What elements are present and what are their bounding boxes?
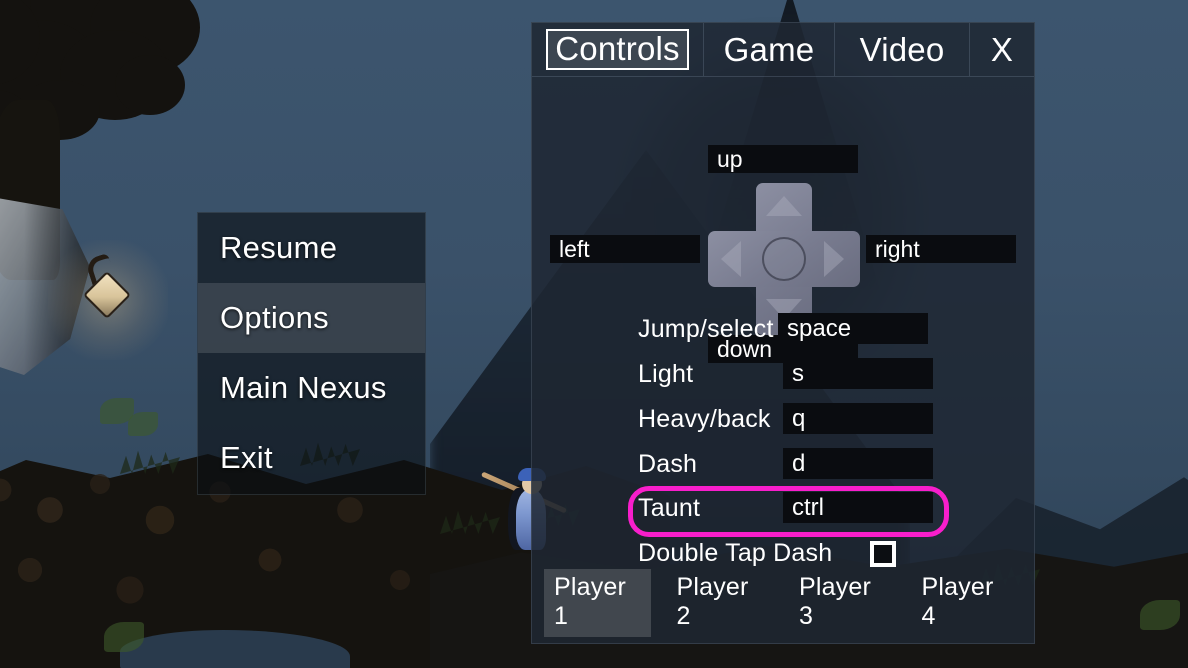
player-tab-3-label: Player 3 (799, 573, 872, 630)
close-icon: X (990, 30, 1014, 68)
binding-input-jump-select[interactable]: space (778, 313, 928, 344)
directional-bindings-section: up left right down (532, 77, 1034, 363)
pause-menu-item-label: Exit (220, 440, 273, 475)
binding-value-right: right (875, 235, 920, 262)
tab-video-label: Video (859, 30, 945, 68)
tab-controls-label: Controls (546, 29, 689, 70)
checkbox-unchecked-icon[interactable] (870, 541, 896, 567)
pause-menu-item-label: Resume (220, 230, 338, 265)
options-panel: Controls Game Video X up left right down… (531, 22, 1035, 644)
game-screen: Resume Options Main Nexus Exit Controls … (0, 0, 1188, 668)
player-tab-1[interactable]: Player 1 (544, 569, 651, 637)
player-tab-1-label: Player 1 (554, 573, 627, 630)
binding-value-heavy-back: q (792, 404, 806, 432)
pause-menu-item-label: Main Nexus (220, 370, 387, 405)
pause-menu-item-label: Options (220, 300, 329, 335)
toggle-label-double-tap-dash: Double Tap Dash (638, 539, 833, 567)
binding-value-jump-select: space (787, 314, 852, 342)
binding-value-dash: d (792, 449, 806, 477)
player-tab-4[interactable]: Player 4 (912, 569, 1019, 637)
dpad-center-icon (762, 237, 806, 281)
dpad-arrow-left-icon (721, 241, 741, 277)
binding-input-up[interactable]: up (708, 145, 858, 173)
binding-row-taunt[interactable]: Taunt ctrl (532, 486, 1034, 537)
pause-menu-item-main-nexus[interactable]: Main Nexus (198, 353, 425, 423)
binding-input-left[interactable]: left (550, 235, 700, 263)
foliage-leaf (104, 622, 144, 652)
player-tab-3[interactable]: Player 3 (789, 569, 896, 637)
tab-game-label: Game (723, 30, 815, 68)
binding-value-left: left (559, 235, 590, 262)
binding-value-up: up (717, 145, 743, 172)
binding-label-light: Light (638, 360, 694, 388)
action-bindings-list: Jump/select space Light s Heavy/back q D… (532, 309, 1034, 578)
binding-label-dash: Dash (638, 450, 698, 478)
tab-video[interactable]: Video (835, 23, 970, 76)
binding-input-heavy-back[interactable]: q (783, 403, 933, 434)
binding-row-jump-select: Jump/select space (532, 309, 1034, 354)
binding-row-dash: Dash d (532, 444, 1034, 489)
tab-controls[interactable]: Controls (532, 23, 704, 76)
player-tab-bar: Player 1 Player 2 Player 3 Player 4 (532, 569, 1034, 637)
options-tab-bar: Controls Game Video X (532, 23, 1034, 77)
binding-row-light: Light s (532, 354, 1034, 399)
dpad-arrow-right-icon (824, 241, 844, 277)
binding-label-jump-select: Jump/select (638, 315, 774, 343)
binding-input-light[interactable]: s (783, 358, 933, 389)
binding-label-heavy-back: Heavy/back (638, 405, 771, 433)
binding-input-dash[interactable]: d (783, 448, 933, 479)
binding-row-heavy-back: Heavy/back q (532, 399, 1034, 444)
player-tab-4-label: Player 4 (921, 573, 994, 630)
player-tab-2-label: Player 2 (676, 573, 749, 630)
binding-label-taunt: Taunt (638, 494, 701, 522)
tab-game[interactable]: Game (704, 23, 835, 76)
dpad-arrow-up-icon (766, 196, 802, 216)
pause-menu: Resume Options Main Nexus Exit (197, 212, 426, 495)
binding-input-right[interactable]: right (866, 235, 1016, 263)
close-options-button[interactable]: X (970, 23, 1034, 76)
pause-menu-item-exit[interactable]: Exit (198, 423, 425, 493)
binding-value-light: s (792, 359, 804, 387)
pause-menu-item-resume[interactable]: Resume (198, 213, 425, 283)
binding-input-taunt[interactable]: ctrl (783, 492, 933, 523)
foliage-leaf (1140, 600, 1180, 630)
foliage-leaf (128, 412, 158, 436)
player-tab-2[interactable]: Player 2 (667, 569, 774, 637)
binding-value-taunt: ctrl (792, 493, 824, 521)
pause-menu-item-options[interactable]: Options (198, 283, 425, 353)
